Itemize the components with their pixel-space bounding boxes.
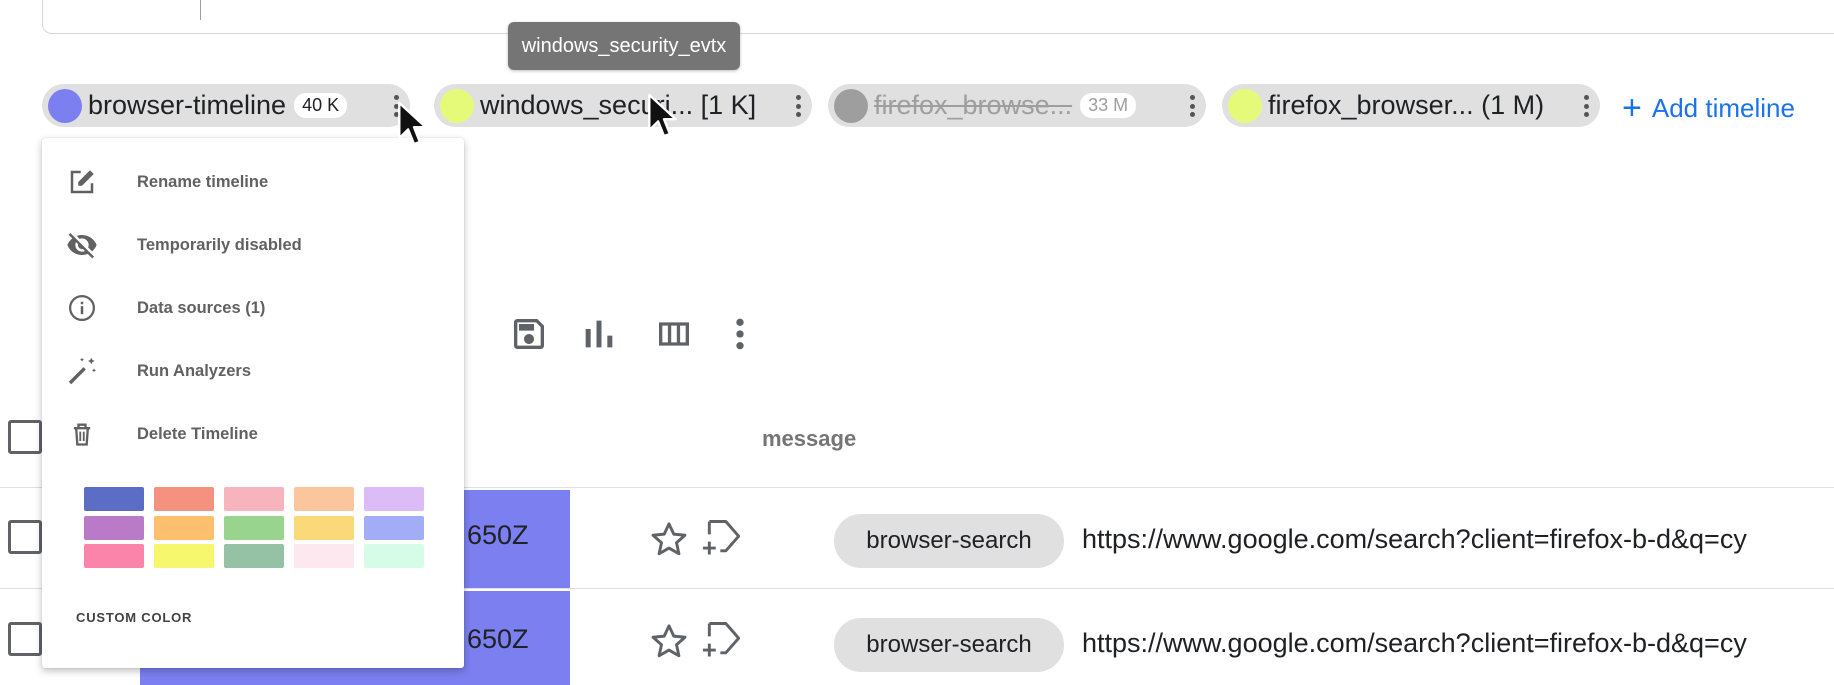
timeline-chip-windows-security[interactable]: windows_securi... [1 K] xyxy=(434,84,812,127)
timeline-context-menu: Rename timeline Temporarily disabled Dat… xyxy=(42,138,464,668)
bar-chart-icon[interactable] xyxy=(577,312,621,356)
color-swatch[interactable] xyxy=(154,544,214,568)
timeline-chip-browser-timeline[interactable]: browser-timeline 40 K xyxy=(42,84,410,127)
row-select-checkbox[interactable] xyxy=(8,622,42,656)
timeline-menu-kebab-icon[interactable] xyxy=(1186,91,1198,121)
menu-item-label: Data sources (1) xyxy=(137,298,266,317)
add-tag-icon[interactable] xyxy=(702,618,746,662)
add-tag-icon[interactable] xyxy=(702,516,746,560)
menu-item-data-sources[interactable]: Data sources (1) xyxy=(42,279,464,337)
color-swatch[interactable] xyxy=(294,515,354,540)
columns-icon[interactable] xyxy=(652,312,696,356)
row-select-checkbox[interactable] xyxy=(8,520,42,554)
tag-chip[interactable]: browser-search xyxy=(834,618,1064,672)
timeline-chip-firefox-browse-disabled[interactable]: firefox_browse... 33 M xyxy=(828,84,1206,127)
mouse-cursor-icon xyxy=(398,101,427,146)
timeline-name-tooltip: windows_security_evtx xyxy=(508,22,740,70)
timeline-menu-kebab-icon[interactable] xyxy=(1580,91,1592,121)
star-icon[interactable] xyxy=(647,518,691,562)
add-timeline-button[interactable]: + Add timeline xyxy=(1622,88,1795,128)
color-swatch[interactable] xyxy=(84,544,144,568)
color-swatch[interactable] xyxy=(364,487,424,511)
color-swatch[interactable] xyxy=(224,544,284,568)
timeline-color-dot xyxy=(834,88,868,123)
more-vert-icon[interactable] xyxy=(718,312,762,356)
color-swatch[interactable] xyxy=(224,487,284,511)
plus-icon: + xyxy=(1622,89,1642,127)
datetime-text: 650Z xyxy=(467,520,529,550)
datetime-text: 650Z xyxy=(467,624,529,654)
select-all-checkbox[interactable] xyxy=(8,420,42,454)
timeline-event-count: 40 K xyxy=(294,93,348,118)
info-icon xyxy=(64,290,100,326)
timeline-color-dot xyxy=(48,88,82,123)
color-swatch[interactable] xyxy=(294,544,354,568)
menu-item-label: Rename timeline xyxy=(137,172,269,191)
menu-item-run-analyzers[interactable]: Run Analyzers xyxy=(42,342,464,400)
color-swatch[interactable] xyxy=(154,487,214,511)
star-icon[interactable] xyxy=(647,620,691,664)
timeline-color-dot xyxy=(1228,88,1262,123)
timeline-event-count: 33 M xyxy=(1080,93,1137,118)
save-icon[interactable] xyxy=(507,312,551,356)
color-swatch[interactable] xyxy=(294,487,354,511)
menu-item-rename-timeline[interactable]: Rename timeline xyxy=(42,153,464,211)
tag-chip[interactable]: browser-search xyxy=(834,514,1064,568)
message-text: https://www.google.com/search?client=fir… xyxy=(1082,628,1747,658)
search-box[interactable] xyxy=(42,0,1834,34)
color-swatch[interactable] xyxy=(84,487,144,511)
color-swatch[interactable] xyxy=(364,544,424,568)
visibility-off-icon xyxy=(64,227,100,263)
menu-item-label: Delete Timeline xyxy=(137,424,258,443)
timeline-name: browser-timeline xyxy=(88,90,287,120)
custom-color-button[interactable]: CUSTOM COLOR xyxy=(76,610,192,625)
search-caret xyxy=(200,0,201,20)
menu-item-temporarily-disabled[interactable]: Temporarily disabled xyxy=(42,216,464,274)
menu-item-label: Run Analyzers xyxy=(137,361,252,380)
message-column-header: message xyxy=(762,426,857,451)
magic-wand-icon xyxy=(64,353,100,389)
timeline-name: firefox_browse... xyxy=(874,90,1073,120)
edit-icon xyxy=(64,164,100,200)
timeline-name: firefox_browser... (1 M) xyxy=(1268,90,1545,120)
timeline-chip-firefox-browser[interactable]: firefox_browser... (1 M) xyxy=(1222,84,1600,127)
trash-icon xyxy=(64,416,100,452)
color-swatch[interactable] xyxy=(154,515,214,540)
mouse-cursor-icon xyxy=(648,93,677,138)
menu-item-delete-timeline[interactable]: Delete Timeline xyxy=(42,405,464,463)
timeline-color-dot xyxy=(440,88,474,123)
timeline-name: windows_securi... [1 K] xyxy=(480,90,757,120)
timeline-menu-kebab-icon[interactable] xyxy=(792,91,804,121)
color-swatch[interactable] xyxy=(364,515,424,540)
add-timeline-label: Add timeline xyxy=(1651,92,1795,123)
color-swatch[interactable] xyxy=(224,515,284,540)
menu-item-label: Temporarily disabled xyxy=(137,235,302,254)
message-text: https://www.google.com/search?client=fir… xyxy=(1082,524,1747,554)
color-swatch[interactable] xyxy=(84,515,144,540)
